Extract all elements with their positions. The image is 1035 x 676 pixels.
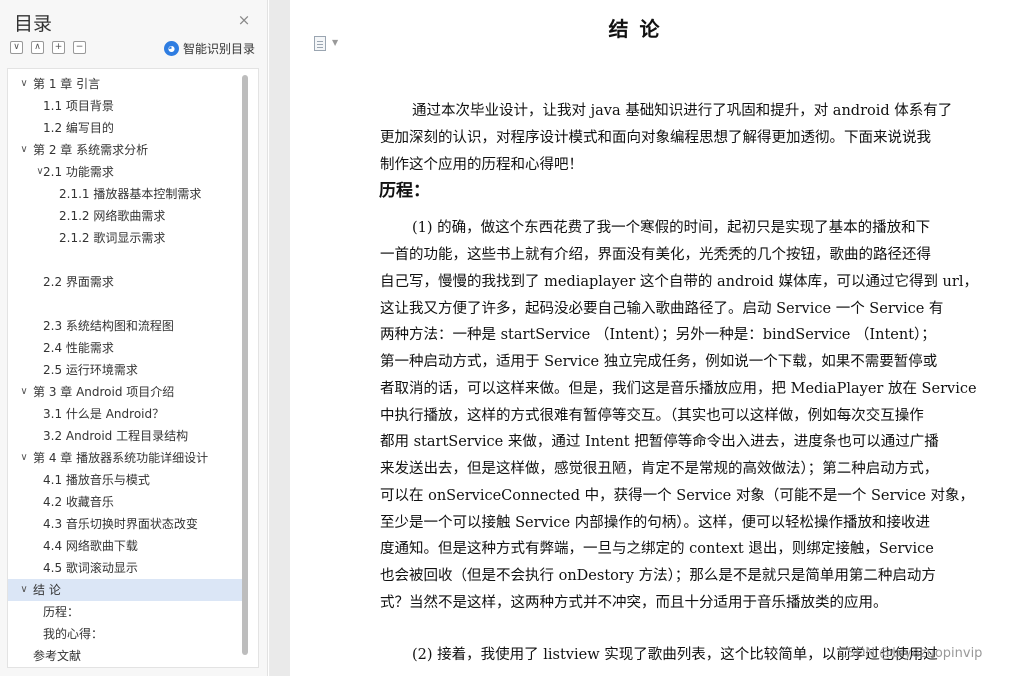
- toc-item[interactable]: 4.4 网络歌曲下载: [8, 535, 242, 557]
- toc-item-label: 4.2 收藏音乐: [43, 495, 114, 509]
- toc-panel: ∨ 第 1 章 引言 1.1 项目背景 1.2 编写目的 ∨ 第 2 章 系统需求分析 ∨ 2…: [7, 68, 259, 668]
- toc-item[interactable]: 4.1 播放音乐与模式: [8, 469, 242, 491]
- toc-item[interactable]: 2.3 系统结构图和流程图: [8, 315, 242, 337]
- toc-item-label: 1.2 编写目的: [43, 121, 114, 135]
- toc-item[interactable]: [8, 249, 242, 271]
- toc-item[interactable]: 3.1 什么是 Android？: [8, 403, 242, 425]
- chevron-down-icon[interactable]: ∨: [18, 447, 30, 469]
- toc-item-label: 2.5 运行环境需求: [43, 363, 138, 377]
- toc-item-label: 结 论: [33, 583, 61, 597]
- paragraph-line: 一首的功能，这些书上就有介绍，界面没有美化，光秃秃的几个按钮，歌曲的路径还得: [380, 247, 931, 263]
- toc-item-label: 历程：: [43, 605, 80, 619]
- paragraph-line: 两种方法：一种是 startService （Intent）；另外一种是：bin…: [380, 327, 936, 343]
- toc-item-label: 第 2 章 系统需求分析: [33, 143, 149, 157]
- toc-item-label: 参考文献: [33, 649, 82, 663]
- paragraph-line: 度通知。但是这种方式有弊端，一旦与之绑定的 context 退出，则绑定接触，S…: [380, 541, 934, 557]
- toc-item[interactable]: 2.2 界面需求: [8, 271, 242, 293]
- toc-item[interactable]: ∨ 第 1 章 引言: [8, 73, 242, 95]
- toc-item[interactable]: ∨ 结 论: [8, 579, 242, 601]
- toc-item-label: 2.1.2 歌词显示需求: [59, 231, 166, 245]
- paragraph-line: 更加深刻的认识，对程序设计模式和面向对象编程思想了解得更加透彻。下面来说说我: [380, 130, 931, 146]
- paragraph-line: 通过本次毕业设计，让我对 java 基础知识进行了巩固和提升，对 android…: [412, 103, 953, 119]
- paragraph-line: 式？当然不是这样，这两种方式并不冲突，而且十分适用于音乐播放类的应用。: [380, 595, 888, 611]
- toc-item-label: 4.3 音乐切换时界面状态改变: [43, 517, 198, 531]
- toc-item[interactable]: 1.1 项目背景: [8, 95, 242, 117]
- toc-item-label: 3.1 什么是 Android？: [43, 407, 165, 421]
- paragraph-line: 都用 startService 来做，通过 Intent 把暂停等命令出入进去，…: [380, 434, 939, 450]
- close-icon[interactable]: ×: [236, 12, 252, 28]
- toc-title: 目录: [14, 13, 53, 35]
- paragraph-line: 也会被回收（但是不会执行 onDestory 方法）；那么是不是就只是简单用第二…: [380, 568, 936, 584]
- toc-item-label: 2.4 性能需求: [43, 341, 114, 355]
- toc-toolbar: ∨ ∧ + −: [10, 41, 86, 57]
- paragraph-line: 可以在 onServiceConnected 中，获得一个 Service 对象…: [380, 488, 975, 504]
- paragraph-line: 自己写，慢慢的我找到了 mediaplayer 这个自带的 android 媒体…: [380, 274, 978, 290]
- collapse-all-icon[interactable]: ∨: [10, 41, 23, 54]
- section-heading-journey: 历程：: [379, 181, 430, 201]
- chevron-down-icon[interactable]: ∨: [18, 579, 30, 601]
- toc-item-label: 致 谢: [33, 667, 61, 668]
- toc-item[interactable]: ∨ 第 4 章 播放器系统功能详细设计: [8, 447, 242, 469]
- toc-item[interactable]: 4.3 音乐切换时界面状态改变: [8, 513, 242, 535]
- paragraph-line: 第一种启动方式，适用于 Service 独立完成任务，例如说一个下载，如果不需要…: [380, 354, 938, 370]
- toc-item-label: 2.1.1 播放器基本控制需求: [59, 187, 202, 201]
- smart-toc-button[interactable]: ◕ 智能识别目录: [164, 40, 255, 57]
- toc-item[interactable]: [8, 293, 242, 315]
- paragraph-line: 这让我又方便了许多，起码没必要自己输入歌曲路径了。启动 Service 一个 S…: [380, 301, 944, 317]
- expand-all-icon[interactable]: ∧: [31, 41, 44, 54]
- toc-item-label: 4.5 歌词滚动显示: [43, 561, 138, 575]
- toc-item[interactable]: 参考文献: [8, 645, 242, 667]
- toc-item[interactable]: 4.2 收藏音乐: [8, 491, 242, 513]
- toc-item-label: 第 1 章 引言: [33, 77, 101, 91]
- toc-item-label: 2.3 系统结构图和流程图: [43, 319, 174, 333]
- section-title: 结 论: [608, 17, 662, 41]
- remove-heading-icon[interactable]: −: [73, 41, 86, 54]
- toc-item[interactable]: 历程：: [8, 601, 242, 623]
- add-heading-icon[interactable]: +: [52, 41, 65, 54]
- toc-item[interactable]: 2.1.1 播放器基本控制需求: [8, 183, 242, 205]
- toc-scrollbar[interactable]: [242, 75, 248, 655]
- toc-item-label: 2.2 界面需求: [43, 275, 114, 289]
- toc-item[interactable]: 2.4 性能需求: [8, 337, 242, 359]
- toc-item-label: 1.1 项目背景: [43, 99, 114, 113]
- toc-item[interactable]: 2.1.2 网络歌曲需求: [8, 205, 242, 227]
- toc-item[interactable]: 3.2 Android 工程目录结构: [8, 425, 242, 447]
- toc-item[interactable]: ∨ 第 3 章 Android 项目介绍: [8, 381, 242, 403]
- chevron-down-icon[interactable]: ∨: [18, 381, 30, 403]
- toc-item-label: 4.1 播放音乐与模式: [43, 473, 150, 487]
- toc-item-label: 第 4 章 播放器系统功能详细设计: [33, 451, 209, 465]
- smart-toc-label: 智能识别目录: [183, 42, 256, 56]
- paragraph-line: 制作这个应用的历程和心得吧！: [380, 157, 583, 173]
- toc-item-label: 4.4 网络歌曲下载: [43, 539, 138, 553]
- paragraph-line: 至少是一个可以接触 Service 内部操作的句柄）。这样，便可以轻松操作播放和…: [380, 515, 930, 531]
- toc-item[interactable]: 2.1.2 歌词显示需求: [8, 227, 242, 249]
- chevron-down-icon[interactable]: ∨: [18, 139, 30, 161]
- paragraph-line: 者取消的话，可以这样来做。但是，我们这是音乐播放应用，把 MediaPlayer…: [380, 381, 977, 397]
- toc-item[interactable]: ∨ 第 2 章 系统需求分析: [8, 139, 242, 161]
- toc-item-label: 3.2 Android 工程目录结构: [43, 429, 189, 443]
- toc-item[interactable]: ∨ 2.1 功能需求: [8, 161, 242, 183]
- watermark: CSDN @biyezuopinvip: [838, 646, 983, 661]
- toc-item[interactable]: 4.5 歌词滚动显示: [8, 557, 242, 579]
- toc-item-label: 我的心得：: [43, 627, 104, 641]
- toc-item[interactable]: 我的心得：: [8, 623, 242, 645]
- toc-sidebar: 目录 × ∨ ∧ + − ◕ 智能识别目录 ∨ 第 1 章 引言 1.1 项目背景 1…: [0, 0, 268, 676]
- toc-item-label: 第 3 章 Android 项目介绍: [33, 385, 175, 399]
- paragraph-line: (1) 的确，做这个东西花费了我一个寒假的时间，起初只是实现了基本的播放和下: [412, 220, 931, 236]
- toc-item[interactable]: 2.5 运行环境需求: [8, 359, 242, 381]
- smart-toc-icon: ◕: [164, 41, 179, 56]
- document-page: ▼ 结 论 历程： 通过本次毕业设计，让我对 java 基础知识进行了巩固和提升…: [290, 0, 1035, 676]
- chevron-down-icon[interactable]: ∨: [18, 73, 30, 95]
- toc-list: ∨ 第 1 章 引言 1.1 项目背景 1.2 编写目的 ∨ 第 2 章 系统需求分析 ∨ 2…: [8, 73, 242, 668]
- toc-item-label: 2.1 功能需求: [43, 165, 114, 179]
- toc-item[interactable]: 1.2 编写目的: [8, 117, 242, 139]
- toc-item[interactable]: 致 谢: [8, 667, 242, 668]
- toc-item-label: 2.1.2 网络歌曲需求: [59, 209, 166, 223]
- paragraph-line: 中执行播放，这样的方式很难有暂停等交互。（其实也可以这样做，例如每次交互操作: [380, 408, 924, 424]
- paragraph-line: 来发送出去，但是这样做，感觉很丑陋，肯定不是常规的高效做法）；第二种启动方式，: [380, 461, 939, 477]
